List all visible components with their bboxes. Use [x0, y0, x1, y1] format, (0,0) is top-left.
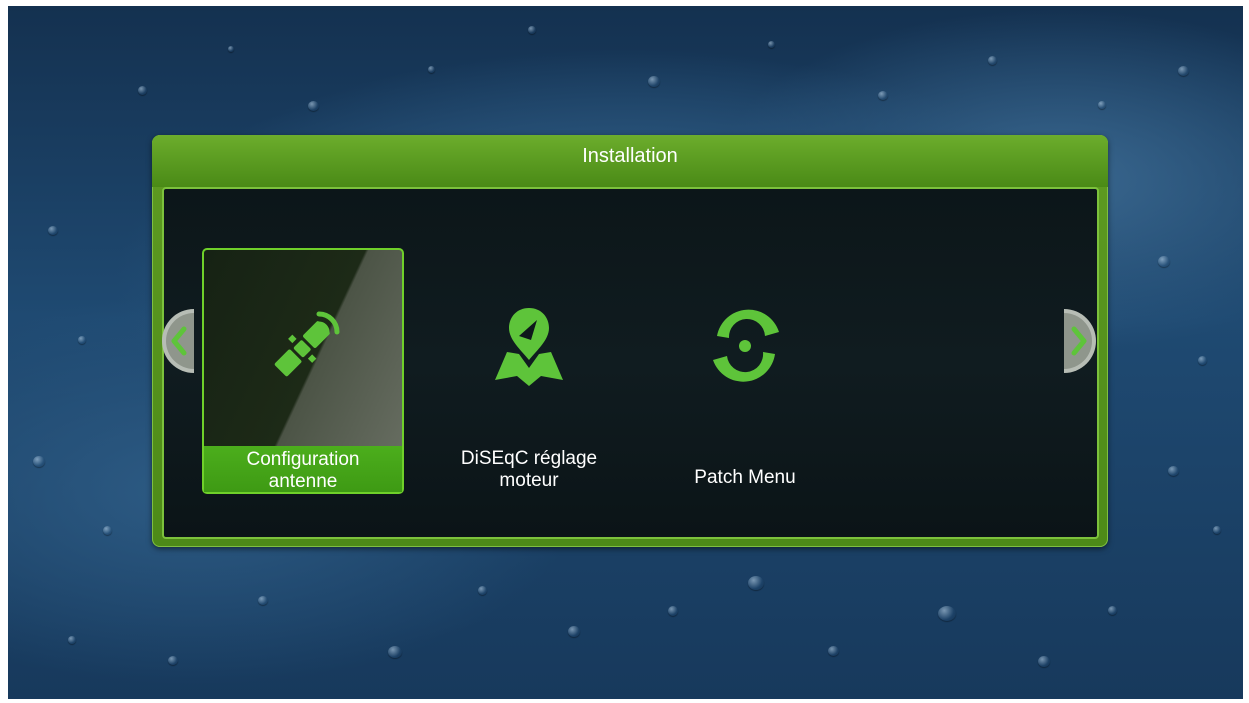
label-line-2: moteur — [499, 470, 559, 491]
menu-item-label: Patch Menu — [644, 467, 846, 489]
menu-item-patch-menu[interactable]: Patch Menu — [644, 248, 846, 494]
label-line-1: Configuration — [246, 449, 360, 470]
label-line-2: antenne — [268, 471, 338, 492]
label-line-1: Patch Menu — [694, 467, 796, 488]
panel-title-text: Installation — [582, 145, 678, 167]
label-line-1: DiSEqC réglage — [460, 448, 598, 469]
panel-title: Installation — [152, 135, 1108, 187]
scroll-left-arrow-icon[interactable] — [158, 309, 194, 373]
menu-item-diseqc-motor[interactable]: DiSEqC réglage moteur — [428, 248, 630, 494]
satellite-icon — [274, 311, 340, 377]
installation-panel: Installation Configuration antenne DiSEq… — [152, 135, 1108, 547]
menu-item-label: DiSEqC réglage moteur — [428, 448, 630, 492]
menu-carousel: Configuration antenne DiSEqC réglage mot… — [162, 187, 1099, 539]
menu-item-label: Configuration antenne — [204, 449, 402, 493]
scroll-right-arrow-icon[interactable] — [1064, 309, 1100, 373]
map-pin-icon — [495, 308, 563, 386]
menu-item-antenna-config[interactable]: Configuration antenne — [202, 248, 404, 494]
patch-icon — [713, 309, 779, 382]
